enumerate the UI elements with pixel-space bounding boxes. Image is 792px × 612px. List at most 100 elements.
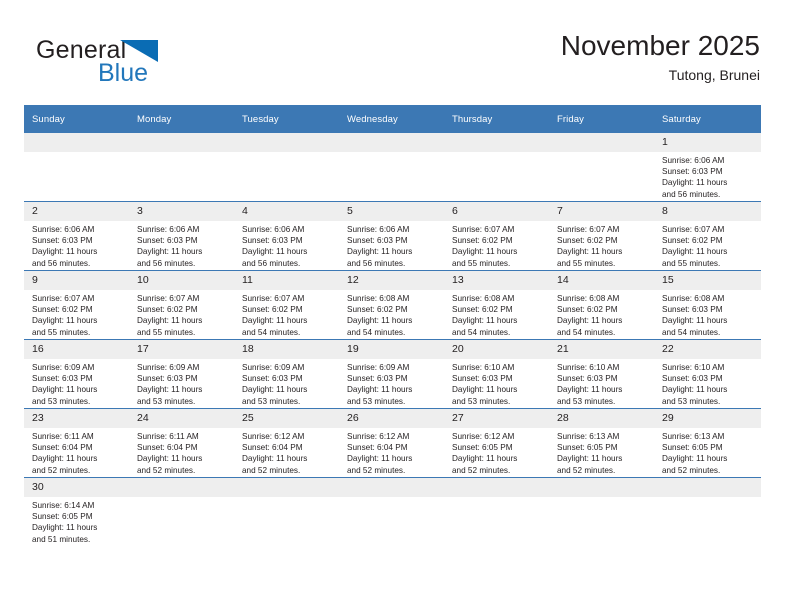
day-number: [234, 133, 339, 152]
calendar-day-cell-empty: [339, 477, 444, 546]
day-sunset-text: Sunset: 6:02 PM: [452, 305, 513, 315]
day-details: Sunrise: 6:07 AM Sunset: 6:02 PM Daylight:…: [549, 221, 654, 269]
day-sunset-text: Sunset: 6:03 PM: [662, 374, 723, 384]
calendar-table: Sunday Monday Tuesday Wednesday Thursday…: [24, 105, 761, 546]
day-sunrise-text: Sunrise: 6:11 AM: [32, 432, 94, 441]
calendar-day-cell[interactable]: 8 Sunrise: 6:07 AM Sunset: 6:02 PM Daylight…: [654, 201, 761, 271]
calendar-day-cell[interactable]: 10 Sunrise: 6:07 AM Sunset: 6:02 PM Dayligh…: [129, 270, 234, 340]
calendar-day-cell[interactable]: 9 Sunrise: 6:07 AM Sunset: 6:02 PM Daylight…: [24, 270, 129, 340]
calendar-day-cell[interactable]: 26 Sunrise: 6:12 AM Sunset: 6:04 PM Dayligh…: [339, 408, 444, 478]
weekday-header-wednesday: Wednesday: [339, 105, 444, 133]
weekday-header-sunday: Sunday: [24, 105, 129, 133]
calendar-day-cell[interactable]: 28 Sunrise: 6:13 AM Sunset: 6:05 PM Dayligh…: [549, 408, 654, 478]
day-number: 13: [444, 271, 549, 290]
day-details: Sunrise: 6:06 AM Sunset: 6:03 PM Daylight:…: [654, 152, 761, 200]
day-daylight-line-text: and 55 minutes.: [452, 258, 511, 268]
day-details: Sunrise: 6:08 AM Sunset: 6:02 PM Daylight:…: [444, 290, 549, 338]
calendar-day-cell[interactable]: 18 Sunrise: 6:09 AM Sunset: 6:03 PM Dayligh…: [234, 339, 339, 409]
calendar-day-cell[interactable]: 14 Sunrise: 6:08 AM Sunset: 6:02 PM Dayligh…: [549, 270, 654, 340]
calendar-day-cell[interactable]: 20 Sunrise: 6:10 AM Sunset: 6:03 PM Dayligh…: [444, 339, 549, 409]
day-number: 15: [654, 271, 761, 290]
day-number: 4: [234, 202, 339, 221]
day-sunrise-text: Sunrise: 6:12 AM: [347, 432, 410, 441]
day-number: 24: [129, 409, 234, 428]
calendar-day-cell[interactable]: 24 Sunrise: 6:11 AM Sunset: 6:04 PM Dayligh…: [129, 408, 234, 478]
day-sunset-text: Sunset: 6:03 PM: [662, 305, 723, 315]
day-sunset-text: Sunset: 6:02 PM: [137, 305, 198, 315]
calendar-day-cell[interactable]: 6 Sunrise: 6:07 AM Sunset: 6:02 PM Daylight…: [444, 201, 549, 271]
day-details: Sunrise: 6:12 AM Sunset: 6:05 PM Daylight:…: [444, 428, 549, 476]
calendar-day-cell-empty: [549, 477, 654, 546]
calendar-day-cell[interactable]: 11 Sunrise: 6:07 AM Sunset: 6:02 PM Dayligh…: [234, 270, 339, 340]
day-sunset-text: Sunset: 6:03 PM: [347, 236, 408, 246]
calendar-day-cell-empty: [234, 133, 339, 202]
calendar-day-cell[interactable]: 5 Sunrise: 6:06 AM Sunset: 6:03 PM Daylight…: [339, 201, 444, 271]
day-sunset-text: Sunset: 6:02 PM: [347, 305, 408, 315]
day-sunset-text: Sunset: 6:03 PM: [137, 374, 198, 384]
day-daylight-line-text: Daylight: 11 hours: [137, 385, 203, 395]
calendar-day-cell[interactable]: 15 Sunrise: 6:08 AM Sunset: 6:03 PM Dayligh…: [654, 270, 761, 340]
calendar-day-cell[interactable]: 25 Sunrise: 6:12 AM Sunset: 6:04 PM Dayligh…: [234, 408, 339, 478]
day-number: [549, 133, 654, 152]
day-daylight-line-text: Daylight: 11 hours: [32, 247, 98, 257]
day-sunrise-text: Sunrise: 6:12 AM: [452, 432, 515, 441]
day-daylight-line-text: Daylight: 11 hours: [662, 178, 728, 188]
brand-logo[interactable]: General Blue: [36, 36, 236, 92]
day-details: Sunrise: 6:08 AM Sunset: 6:03 PM Daylight:…: [654, 290, 761, 338]
day-sunrise-text: Sunrise: 6:12 AM: [242, 432, 305, 441]
calendar-day-cell[interactable]: 1 Sunrise: 6:06 AM Sunset: 6:03 PM Daylight…: [654, 133, 761, 202]
calendar-day-cell[interactable]: 2 Sunrise: 6:06 AM Sunset: 6:03 PM Daylight…: [24, 201, 129, 271]
day-details: Sunrise: 6:07 AM Sunset: 6:02 PM Daylight:…: [234, 290, 339, 338]
calendar-day-cell[interactable]: 4 Sunrise: 6:06 AM Sunset: 6:03 PM Daylight…: [234, 201, 339, 271]
calendar-page: General Blue November 2025 Tutong, Brune…: [0, 0, 792, 612]
day-daylight-line-text: and 52 minutes.: [662, 465, 721, 475]
day-daylight-line-text: Daylight: 11 hours: [242, 247, 308, 257]
day-daylight-line-text: and 56 minutes.: [32, 258, 91, 268]
calendar-day-cell[interactable]: 13 Sunrise: 6:08 AM Sunset: 6:02 PM Dayligh…: [444, 270, 549, 340]
calendar-day-cell[interactable]: 3 Sunrise: 6:06 AM Sunset: 6:03 PM Daylight…: [129, 201, 234, 271]
calendar-week-row: 1 Sunrise: 6:06 AM Sunset: 6:03 PM Daylight…: [24, 133, 761, 202]
page-header: General Blue November 2025 Tutong, Brune…: [24, 28, 760, 94]
day-sunset-text: Sunset: 6:03 PM: [32, 236, 93, 246]
calendar-week-row: 16 Sunrise: 6:09 AM Sunset: 6:03 PM Dayligh…: [24, 339, 761, 409]
calendar-day-cell[interactable]: 17 Sunrise: 6:09 AM Sunset: 6:03 PM Dayligh…: [129, 339, 234, 409]
calendar-day-cell[interactable]: 29 Sunrise: 6:13 AM Sunset: 6:05 PM Dayligh…: [654, 408, 761, 478]
day-details: Sunrise: 6:06 AM Sunset: 6:03 PM Daylight:…: [234, 221, 339, 269]
calendar-day-cell[interactable]: 23 Sunrise: 6:11 AM Sunset: 6:04 PM Dayligh…: [24, 408, 129, 478]
day-sunset-text: Sunset: 6:03 PM: [662, 167, 723, 177]
day-sunset-text: Sunset: 6:03 PM: [32, 374, 93, 384]
day-number: 6: [444, 202, 549, 221]
day-sunset-text: Sunset: 6:03 PM: [557, 374, 618, 384]
page-title: November 2025: [560, 30, 760, 61]
day-sunset-text: Sunset: 6:02 PM: [32, 305, 93, 315]
calendar-day-cell[interactable]: 19 Sunrise: 6:09 AM Sunset: 6:03 PM Dayligh…: [339, 339, 444, 409]
day-number: 3: [129, 202, 234, 221]
calendar-day-cell[interactable]: 30 Sunrise: 6:14 AM Sunset: 6:05 PM Dayligh…: [24, 477, 129, 546]
day-details: Sunrise: 6:11 AM Sunset: 6:04 PM Daylight:…: [24, 428, 129, 476]
day-sunset-text: Sunset: 6:02 PM: [557, 305, 618, 315]
day-daylight-line-text: and 54 minutes.: [347, 327, 406, 337]
day-sunset-text: Sunset: 6:03 PM: [242, 236, 303, 246]
day-daylight-line-text: and 52 minutes.: [452, 465, 511, 475]
day-sunrise-text: Sunrise: 6:06 AM: [32, 225, 95, 234]
day-sunrise-text: Sunrise: 6:07 AM: [557, 225, 620, 234]
day-daylight-line-text: Daylight: 11 hours: [32, 523, 98, 533]
calendar-day-cell[interactable]: 7 Sunrise: 6:07 AM Sunset: 6:02 PM Daylight…: [549, 201, 654, 271]
day-details: Sunrise: 6:06 AM Sunset: 6:03 PM Daylight:…: [129, 221, 234, 269]
day-details: Sunrise: 6:11 AM Sunset: 6:04 PM Daylight:…: [129, 428, 234, 476]
day-sunset-text: Sunset: 6:03 PM: [242, 374, 303, 384]
day-sunrise-text: Sunrise: 6:07 AM: [662, 225, 725, 234]
day-details: Sunrise: 6:14 AM Sunset: 6:05 PM Daylight:…: [24, 497, 129, 545]
day-sunrise-text: Sunrise: 6:13 AM: [557, 432, 620, 441]
calendar-day-cell[interactable]: 22 Sunrise: 6:10 AM Sunset: 6:03 PM Dayligh…: [654, 339, 761, 409]
calendar-day-cell[interactable]: 27 Sunrise: 6:12 AM Sunset: 6:05 PM Dayligh…: [444, 408, 549, 478]
day-sunrise-text: Sunrise: 6:07 AM: [32, 294, 95, 303]
day-daylight-line-text: Daylight: 11 hours: [347, 316, 413, 326]
day-daylight-line-text: and 55 minutes.: [557, 258, 616, 268]
day-sunrise-text: Sunrise: 6:07 AM: [242, 294, 305, 303]
calendar-day-cell[interactable]: 12 Sunrise: 6:08 AM Sunset: 6:02 PM Dayligh…: [339, 270, 444, 340]
calendar-day-cell[interactable]: 16 Sunrise: 6:09 AM Sunset: 6:03 PM Dayligh…: [24, 339, 129, 409]
day-sunrise-text: Sunrise: 6:06 AM: [137, 225, 200, 234]
day-number: [444, 133, 549, 152]
calendar-day-cell[interactable]: 21 Sunrise: 6:10 AM Sunset: 6:03 PM Dayligh…: [549, 339, 654, 409]
